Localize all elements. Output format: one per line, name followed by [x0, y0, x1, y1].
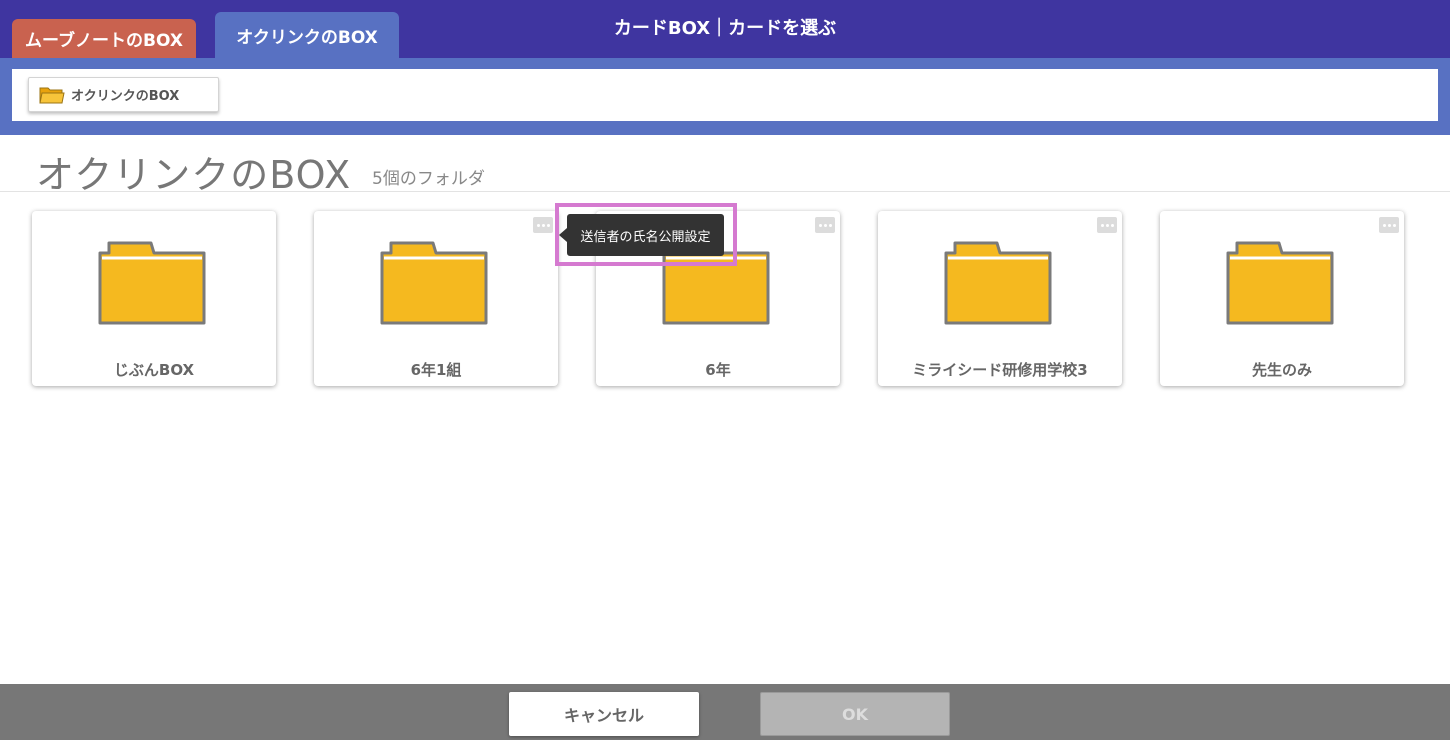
breadcrumb: オクリンクのBOX [12, 69, 1438, 121]
folder-label: 6年1組 [410, 361, 462, 379]
folder-icon [944, 241, 1052, 325]
folder-icon [98, 241, 206, 325]
folder-card[interactable]: 先生のみ [1160, 211, 1404, 386]
folder-count: 5個のフォルダ [372, 169, 485, 189]
folder-label: ミライシード研修用学校3 [912, 361, 1088, 379]
header-title: カードBOX｜カードを選ぶ [613, 18, 837, 39]
more-options-icon[interactable] [1379, 217, 1399, 233]
folder-icon [1226, 241, 1334, 325]
folder-label: 6年 [705, 361, 731, 379]
page-title: オクリンクのBOX [36, 153, 352, 197]
cancel-button[interactable]: キャンセル [509, 692, 699, 736]
tooltip: 送信者の氏名公開設定 [567, 214, 724, 256]
page-title-row: オクリンクのBOX 5個のフォルダ [0, 136, 1450, 197]
folder-card[interactable]: じぶんBOX [32, 211, 276, 386]
tooltip-arrow [559, 228, 567, 242]
breadcrumb-bar: オクリンクのBOX [0, 58, 1450, 135]
folder-label: じぶんBOX [113, 361, 195, 379]
folder-card[interactable]: ミライシード研修用学校3 [878, 211, 1122, 386]
more-options-icon[interactable] [815, 217, 835, 233]
ok-button[interactable]: OK [760, 692, 950, 736]
more-options-icon[interactable] [1097, 217, 1117, 233]
footer-bar: キャンセル OK [0, 684, 1450, 740]
top-header: ムーブノートのBOX オクリンクのBOX カードBOX｜カードを選ぶ [0, 0, 1450, 58]
folder-label: 先生のみ [1251, 361, 1312, 379]
breadcrumb-item-okurinku-box[interactable]: オクリンクのBOX [28, 77, 219, 112]
breadcrumb-label: オクリンクのBOX [71, 89, 180, 104]
folder-icon [380, 241, 488, 325]
more-options-icon[interactable] [533, 217, 553, 233]
folder-icon [39, 87, 65, 103]
folder-card[interactable]: 6年1組 [314, 211, 558, 386]
